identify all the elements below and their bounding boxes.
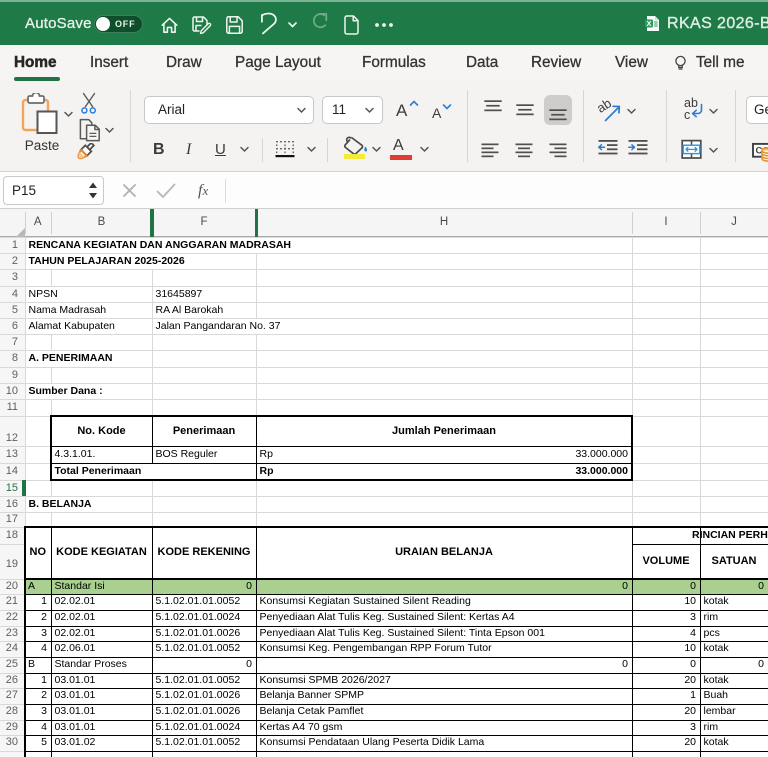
svg-text:X: X [646, 19, 651, 28]
